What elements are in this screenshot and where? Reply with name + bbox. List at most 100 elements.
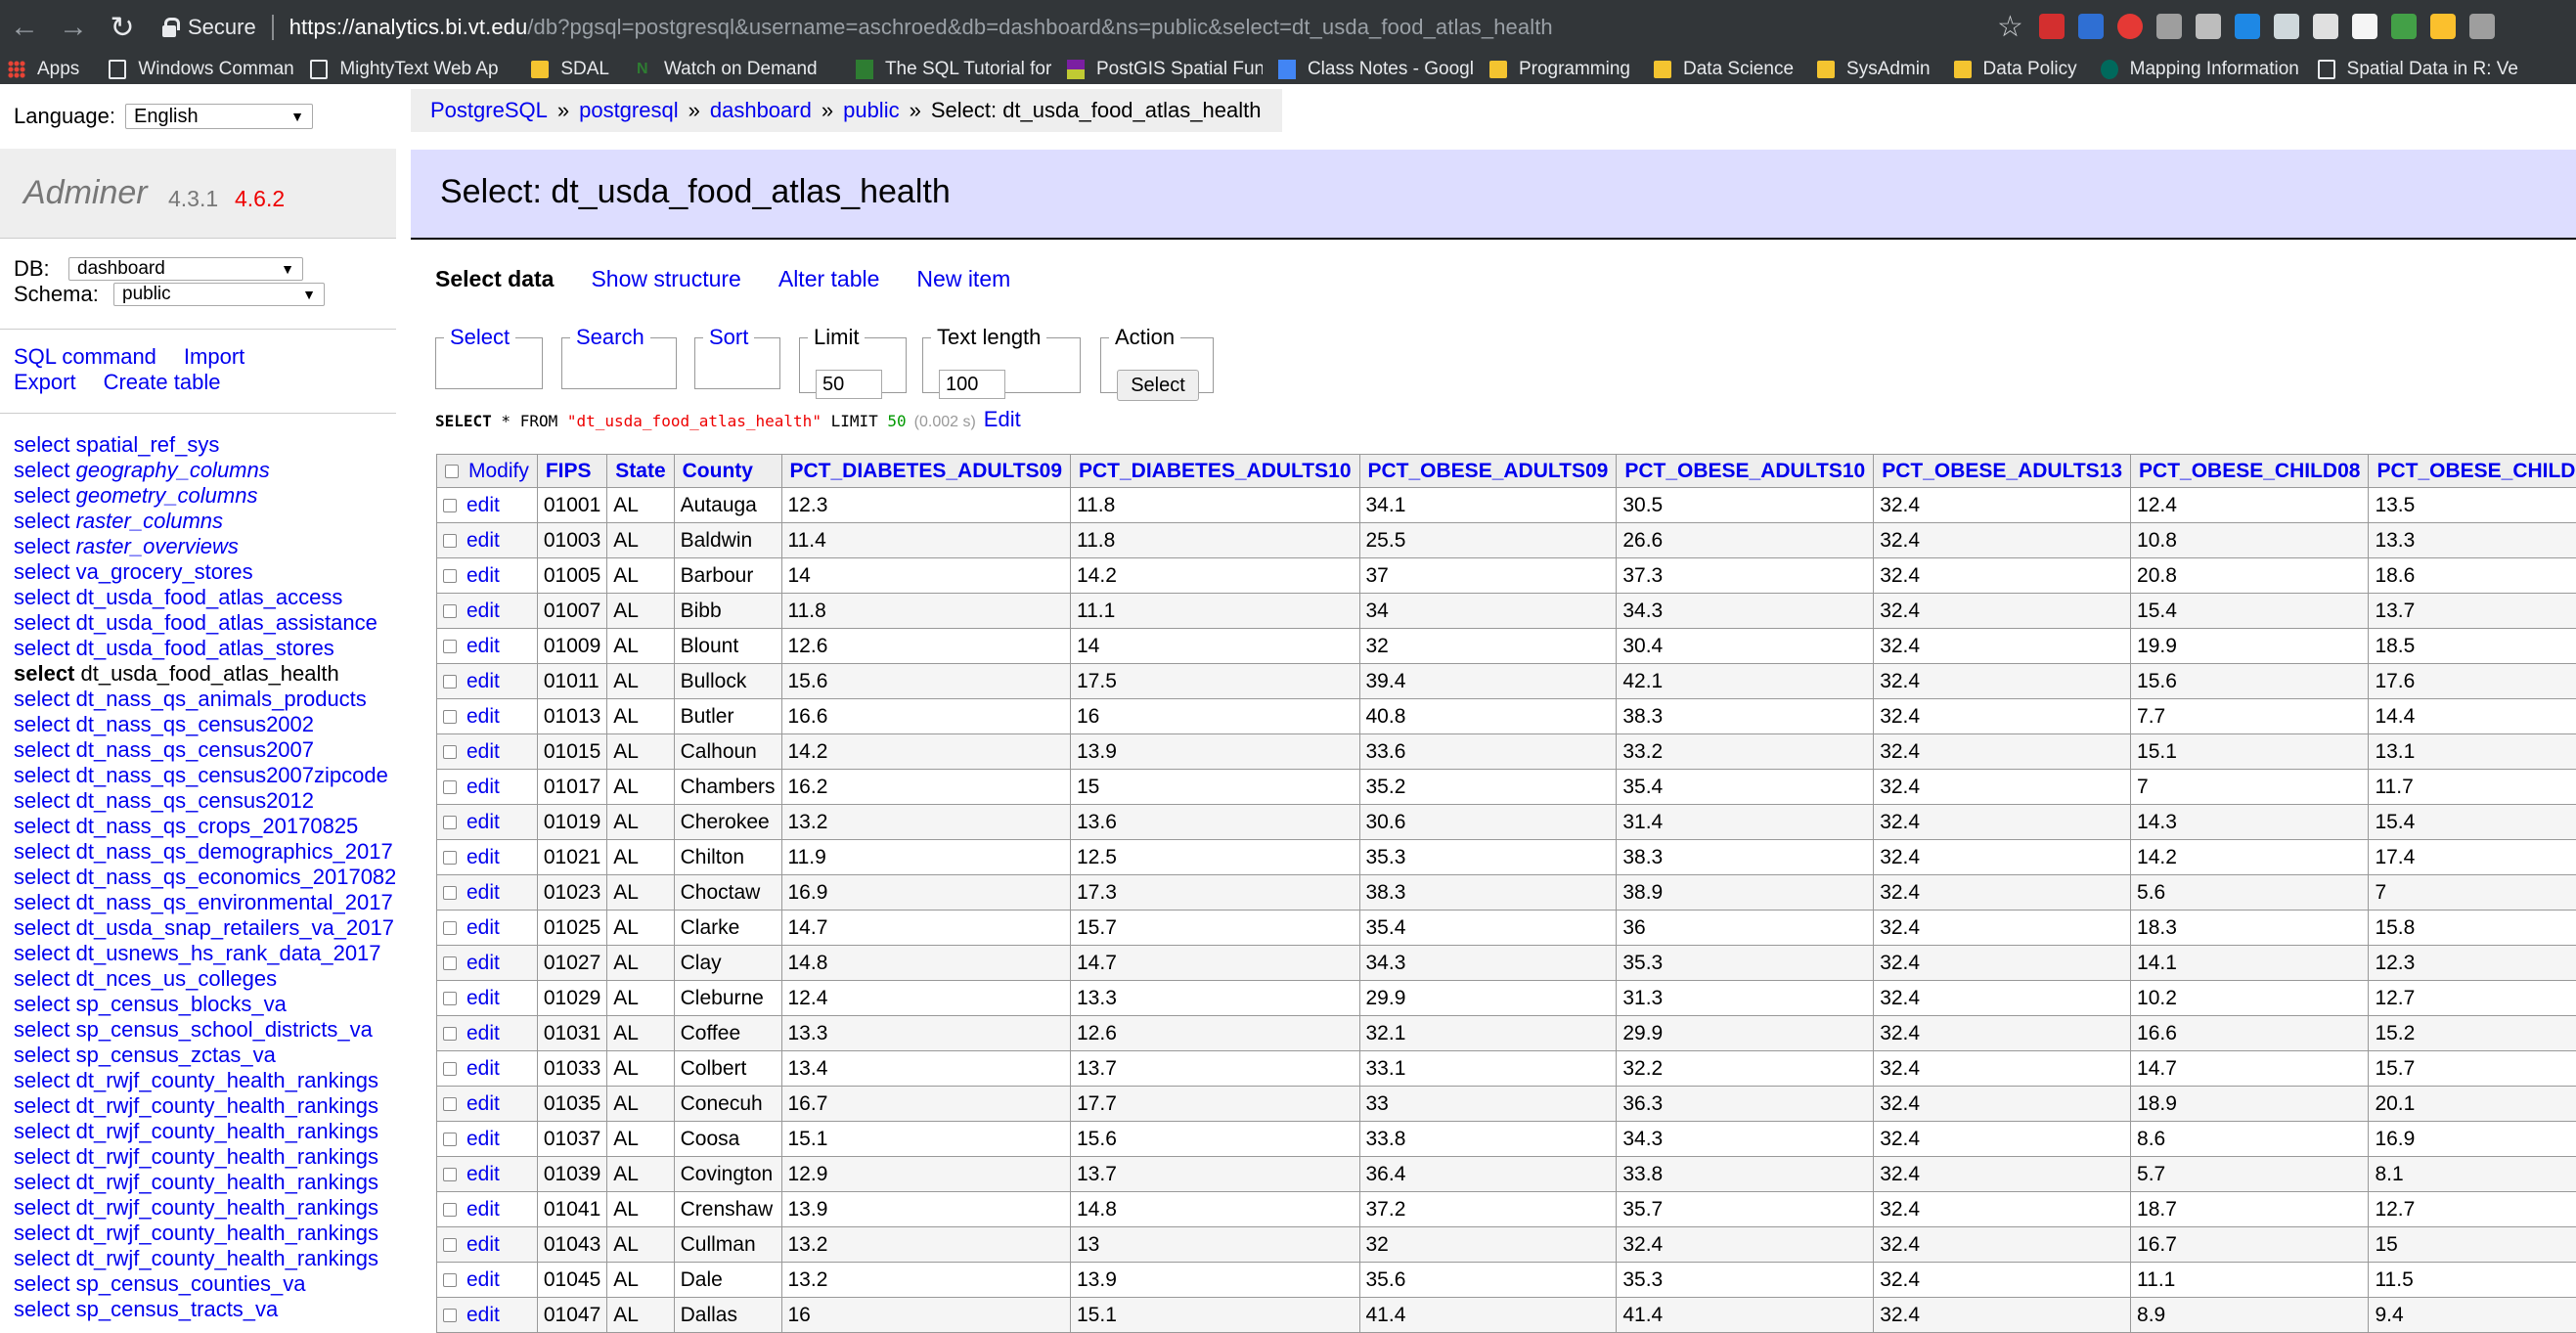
row-checkbox[interactable] [443,1097,457,1111]
sql-command-link[interactable]: SQL command [14,344,156,369]
select-table-link[interactable]: select [14,1017,69,1042]
row-edit-link[interactable]: edit [466,846,500,868]
select-table-link[interactable]: select [14,839,69,864]
table-structure-link[interactable]: sp_census_blocks_va [76,992,287,1016]
table-structure-link[interactable]: va_grocery_stores [76,559,253,584]
table-structure-link[interactable]: dt_rwjf_county_health_rankings [76,1195,378,1220]
row-checkbox[interactable] [443,780,457,794]
table-structure-link[interactable]: dt_rwjf_county_health_rankings [76,1144,378,1169]
table-structure-link[interactable]: dt_nass_qs_crops_20170825 [76,814,359,838]
select-table-link[interactable]: select [14,483,69,508]
table-structure-link[interactable]: sp_census_counties_va [76,1271,306,1296]
row-checkbox[interactable] [443,886,457,900]
column-header[interactable]: State [607,455,674,488]
select-table-link[interactable]: select [14,1119,69,1143]
row-edit-link[interactable]: edit [466,987,500,1009]
bookmark-star-icon[interactable]: ☆ [1997,10,2023,44]
lock-icon[interactable] [162,18,176,37]
select-submit-button[interactable]: Select [1117,370,1199,401]
table-structure-link[interactable]: dt_rwjf_county_health_rankings [76,1221,378,1245]
tab-new-item[interactable]: New item [916,266,1010,292]
table-structure-link[interactable]: dt_nass_qs_census2012 [76,788,314,813]
row-edit-link[interactable]: edit [466,1022,500,1044]
bookmark-item[interactable]: MightyText Web Ap [302,55,523,84]
row-edit-link[interactable]: edit [466,740,500,763]
row-edit-link[interactable]: edit [466,811,500,833]
select-table-link[interactable]: select [14,763,69,787]
select-table-link[interactable]: select [14,458,69,482]
select-table-link[interactable]: select [14,585,69,609]
breadcrumb-schema[interactable]: public [843,98,899,123]
row-edit-link[interactable]: edit [466,494,500,516]
row-checkbox[interactable] [443,1238,457,1252]
table-structure-link[interactable]: dt_rwjf_county_health_rankings [76,1170,378,1194]
extension-coin-icon[interactable] [2430,14,2456,39]
extension-shield-icon[interactable] [2274,14,2299,39]
select-table-link[interactable]: select [14,1271,69,1296]
extension-note-icon[interactable] [2313,14,2338,39]
select-table-link[interactable]: select [14,1144,69,1169]
table-structure-link[interactable]: dt_nass_qs_census2002 [76,712,314,736]
table-structure-link[interactable]: raster_overviews [76,534,239,558]
bookmark-folder[interactable]: Programming [1482,55,1638,84]
export-link[interactable]: Export [14,370,76,394]
select-table-link[interactable]: select [14,865,69,889]
tab-alter-table[interactable]: Alter table [778,266,880,292]
table-structure-link[interactable]: dt_rwjf_county_health_rankings [76,1246,378,1270]
row-edit-link[interactable]: edit [466,635,500,657]
row-checkbox[interactable] [443,1027,457,1041]
column-header[interactable]: County [674,455,781,488]
column-header[interactable]: PCT_DIABETES_ADULTS10 [1071,455,1360,488]
row-edit-link[interactable]: edit [466,1163,500,1185]
import-link[interactable]: Import [184,344,244,369]
extension-wand-icon[interactable] [2235,14,2260,39]
bookmark-apps[interactable]: Apps [0,55,87,84]
select-table-link[interactable]: select [14,432,69,457]
extension-check-icon[interactable] [2391,14,2417,39]
select-table-link[interactable]: select [14,788,69,813]
table-structure-link[interactable]: dt_usnews_hs_rank_data_2017 [76,941,381,965]
row-edit-link[interactable]: edit [466,1304,500,1326]
column-header[interactable]: PCT_OBESE_CHILD11 [2369,455,2576,488]
table-structure-link[interactable]: dt_usda_food_atlas_health [81,661,339,686]
row-checkbox[interactable] [443,675,457,689]
row-checkbox[interactable] [443,1168,457,1181]
text-length-input[interactable] [939,370,1005,399]
bookmark-item[interactable]: The SQL Tutorial for [848,55,1059,84]
table-structure-link[interactable]: dt_rwjf_county_health_rankings [76,1068,378,1092]
row-edit-link[interactable]: edit [466,705,500,728]
extension-cloud-icon[interactable] [2196,14,2221,39]
bookmark-folder[interactable]: SDAL [523,55,617,84]
select-table-link[interactable]: select [14,509,69,533]
address-bar[interactable]: https://analytics.bi.vt.edu/db?pgsql=pos… [289,15,1553,40]
breadcrumb-server[interactable]: postgresql [579,98,679,123]
select-table-link[interactable]: select [14,712,69,736]
table-structure-link[interactable]: dt_rwjf_county_health_rankings [76,1119,378,1143]
table-structure-link[interactable]: dt_nass_qs_demographics_2017 [76,839,393,864]
table-structure-link[interactable]: dt_nces_us_colleges [76,966,277,991]
select-table-link[interactable]: select [14,661,74,686]
secure-label[interactable]: Secure [188,15,256,40]
select-table-link[interactable]: select [14,941,69,965]
row-checkbox[interactable] [443,816,457,829]
bookmark-item[interactable]: PostGIS Spatial Func [1059,55,1270,84]
create-table-link[interactable]: Create table [104,370,221,394]
row-checkbox[interactable] [443,640,457,653]
table-structure-link[interactable]: dt_usda_snap_retailers_va_2017 [76,915,394,940]
row-edit-link[interactable]: edit [466,600,500,622]
select-table-link[interactable]: select [14,1170,69,1194]
db-select[interactable]: dashboard▼ [68,257,303,281]
column-header[interactable]: PCT_DIABETES_ADULTS09 [781,455,1071,488]
table-structure-link[interactable]: raster_columns [76,509,223,533]
select-table-link[interactable]: select [14,1043,69,1067]
extension-doc-icon[interactable] [2352,14,2377,39]
table-structure-link[interactable]: dt_usda_food_atlas_assistance [76,610,378,635]
column-header[interactable]: PCT_OBESE_ADULTS10 [1617,455,1874,488]
table-structure-link[interactable]: sp_census_zctas_va [76,1043,276,1067]
language-select[interactable]: English▼ [125,104,313,129]
table-structure-link[interactable]: dt_nass_qs_census2007zipcode [76,763,388,787]
table-structure-link[interactable]: dt_usda_food_atlas_access [76,585,343,609]
select-table-link[interactable]: select [14,966,69,991]
table-structure-link[interactable]: dt_nass_qs_animals_products [76,687,367,711]
table-structure-link[interactable]: sp_census_tracts_va [76,1297,279,1321]
